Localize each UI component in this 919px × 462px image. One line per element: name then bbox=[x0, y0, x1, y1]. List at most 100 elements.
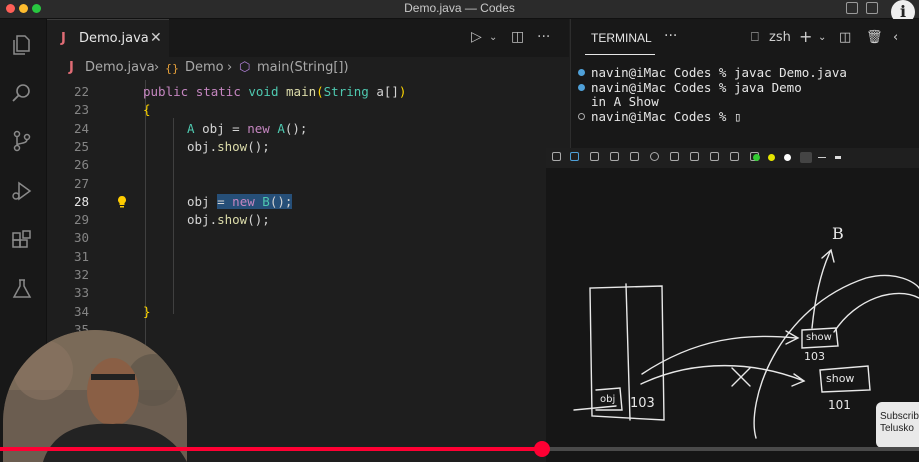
code-line[interactable]: 22 public static void main(String a[]) bbox=[47, 84, 547, 102]
pen-tool-icon[interactable] bbox=[570, 152, 579, 161]
search-icon[interactable] bbox=[10, 81, 34, 105]
code-token: show bbox=[217, 212, 248, 228]
highlighter-tool-icon[interactable] bbox=[610, 152, 619, 161]
code-token: public bbox=[143, 84, 196, 99]
line-number: 25 bbox=[73, 138, 89, 154]
view-tool-icon[interactable] bbox=[690, 152, 699, 161]
whiteboard-address-top: 103 bbox=[804, 350, 825, 363]
tab-terminal[interactable]: TERMINAL bbox=[591, 31, 652, 45]
line-number: 32 bbox=[73, 267, 89, 282]
breadcrumb-file[interactable]: Demo.java bbox=[85, 60, 155, 75]
source-control-icon[interactable] bbox=[10, 129, 34, 153]
extensions-icon[interactable] bbox=[10, 229, 34, 253]
subscribe-tooltip[interactable]: Subscrib Telusko bbox=[876, 402, 919, 448]
whiteboard-box-show-top: show bbox=[806, 332, 832, 343]
code-token: obj. bbox=[187, 212, 218, 228]
code-token: ( bbox=[316, 84, 324, 99]
code-line[interactable]: 32 bbox=[47, 267, 547, 285]
text-tool-icon[interactable] bbox=[630, 152, 639, 161]
photo-tool-icon[interactable] bbox=[710, 152, 719, 161]
code-token: new bbox=[232, 193, 263, 209]
code-line[interactable]: 33 bbox=[47, 285, 547, 303]
more-actions-icon[interactable]: ··· bbox=[537, 29, 550, 45]
line-number: 34 bbox=[73, 303, 89, 319]
code-token: (); bbox=[269, 193, 293, 209]
toggle-sidebar-icon[interactable] bbox=[846, 2, 858, 14]
code-token: show bbox=[217, 138, 248, 154]
code-line[interactable]: 24 A obj = new A(); bbox=[47, 121, 547, 139]
active-tab-indicator bbox=[585, 54, 655, 55]
code-token: obj. bbox=[187, 138, 218, 154]
breadcrumb: J Demo.java › {} Demo › ⬡ main(String[]) bbox=[47, 58, 569, 80]
color-yellow-swatch[interactable] bbox=[768, 154, 775, 161]
code-line[interactable]: 27 bbox=[47, 176, 547, 194]
shape-tool-icon[interactable] bbox=[670, 152, 679, 161]
close-icon[interactable]: ✕ bbox=[150, 30, 162, 46]
whiteboard-address-mid: 101 bbox=[828, 398, 851, 412]
code-line[interactable]: 25 obj.show(); bbox=[47, 139, 547, 157]
explorer-icon[interactable] bbox=[10, 33, 34, 57]
more-actions-icon[interactable]: ··· bbox=[664, 28, 677, 44]
run-debug-icon[interactable] bbox=[10, 179, 34, 203]
medium-stroke-button[interactable] bbox=[818, 157, 826, 158]
line-number: 30 bbox=[73, 230, 89, 246]
code-token: A bbox=[187, 120, 203, 136]
line-number: 29 bbox=[73, 212, 89, 228]
shell-name[interactable]: zsh bbox=[769, 30, 791, 45]
thick-stroke-button[interactable] bbox=[835, 156, 841, 159]
split-terminal-icon[interactable]: ◫ bbox=[839, 30, 851, 45]
line-number: 26 bbox=[73, 157, 89, 173]
lasso-tool-icon[interactable] bbox=[650, 152, 659, 161]
code-token: A bbox=[277, 120, 285, 136]
code-text: A obj = new A(); bbox=[187, 121, 307, 136]
tab-demo-java[interactable]: J Demo.java ✕ bbox=[47, 19, 169, 57]
testing-icon[interactable] bbox=[10, 277, 34, 301]
toggle-panel-icon[interactable] bbox=[866, 2, 878, 14]
color-green-swatch[interactable] bbox=[753, 154, 760, 161]
code-line[interactable]: 31 bbox=[47, 249, 547, 267]
run-icon[interactable]: ▷ bbox=[471, 29, 482, 45]
chevron-down-icon[interactable]: ⌄ bbox=[818, 32, 826, 43]
line-number: 24 bbox=[73, 120, 89, 136]
chevron-right-icon: › bbox=[227, 60, 233, 75]
chevron-down-icon[interactable]: ⌄ bbox=[489, 32, 497, 43]
terminal-shell-icon[interactable]: ⎕ bbox=[751, 30, 759, 45]
chevron-left-icon[interactable]: ‹ bbox=[893, 30, 898, 45]
image-tool-icon[interactable] bbox=[552, 152, 561, 161]
java-file-icon: J bbox=[61, 31, 66, 46]
code-line[interactable]: 26 bbox=[47, 157, 547, 175]
thin-stroke-button[interactable] bbox=[800, 152, 812, 163]
code-line[interactable]: 30 bbox=[47, 230, 547, 248]
code-line[interactable]: 29 obj.show(); bbox=[47, 212, 547, 230]
trash-icon[interactable]: 🗑 bbox=[866, 30, 883, 45]
new-terminal-icon[interactable]: + bbox=[799, 27, 812, 46]
tab-label: Demo.java bbox=[79, 31, 149, 46]
code-token: new bbox=[247, 120, 278, 136]
code-token: obj bbox=[187, 193, 218, 209]
eraser-tool-icon[interactable] bbox=[590, 152, 599, 161]
whiteboard-label-b: B bbox=[832, 224, 844, 243]
code-line[interactable]: 23 { bbox=[47, 102, 547, 120]
textbox-tool-icon[interactable] bbox=[730, 152, 739, 161]
color-white-swatch[interactable] bbox=[784, 154, 791, 161]
code-token: (); bbox=[247, 138, 270, 154]
java-file-icon: J bbox=[69, 60, 74, 75]
split-editor-icon[interactable]: ◫ bbox=[511, 29, 524, 45]
code-token: = bbox=[217, 193, 233, 209]
line-number: 31 bbox=[73, 248, 89, 264]
breadcrumb-method[interactable]: main(String[]) bbox=[257, 60, 349, 75]
breadcrumb-class[interactable]: Demo bbox=[185, 60, 224, 75]
command-status-dot bbox=[578, 112, 585, 120]
terminal-line: navin@iMac Codes % ▯ bbox=[591, 108, 742, 124]
code-token: (); bbox=[284, 120, 308, 136]
code-line[interactable]: 28 obj = new B(); bbox=[47, 193, 547, 212]
code-token: obj = bbox=[202, 120, 248, 136]
code-line[interactable]: 34} bbox=[47, 304, 547, 322]
command-status-dot bbox=[578, 69, 585, 76]
code-token: { bbox=[143, 102, 151, 118]
code-token: (); bbox=[247, 212, 270, 228]
whiteboard-canvas[interactable]: B show 103 show 101 obj 103 bbox=[546, 148, 919, 462]
window-title: Demo.java — Codes bbox=[404, 1, 515, 15]
method-icon: ⬡ bbox=[239, 60, 251, 75]
line-number: 23 bbox=[73, 102, 89, 118]
